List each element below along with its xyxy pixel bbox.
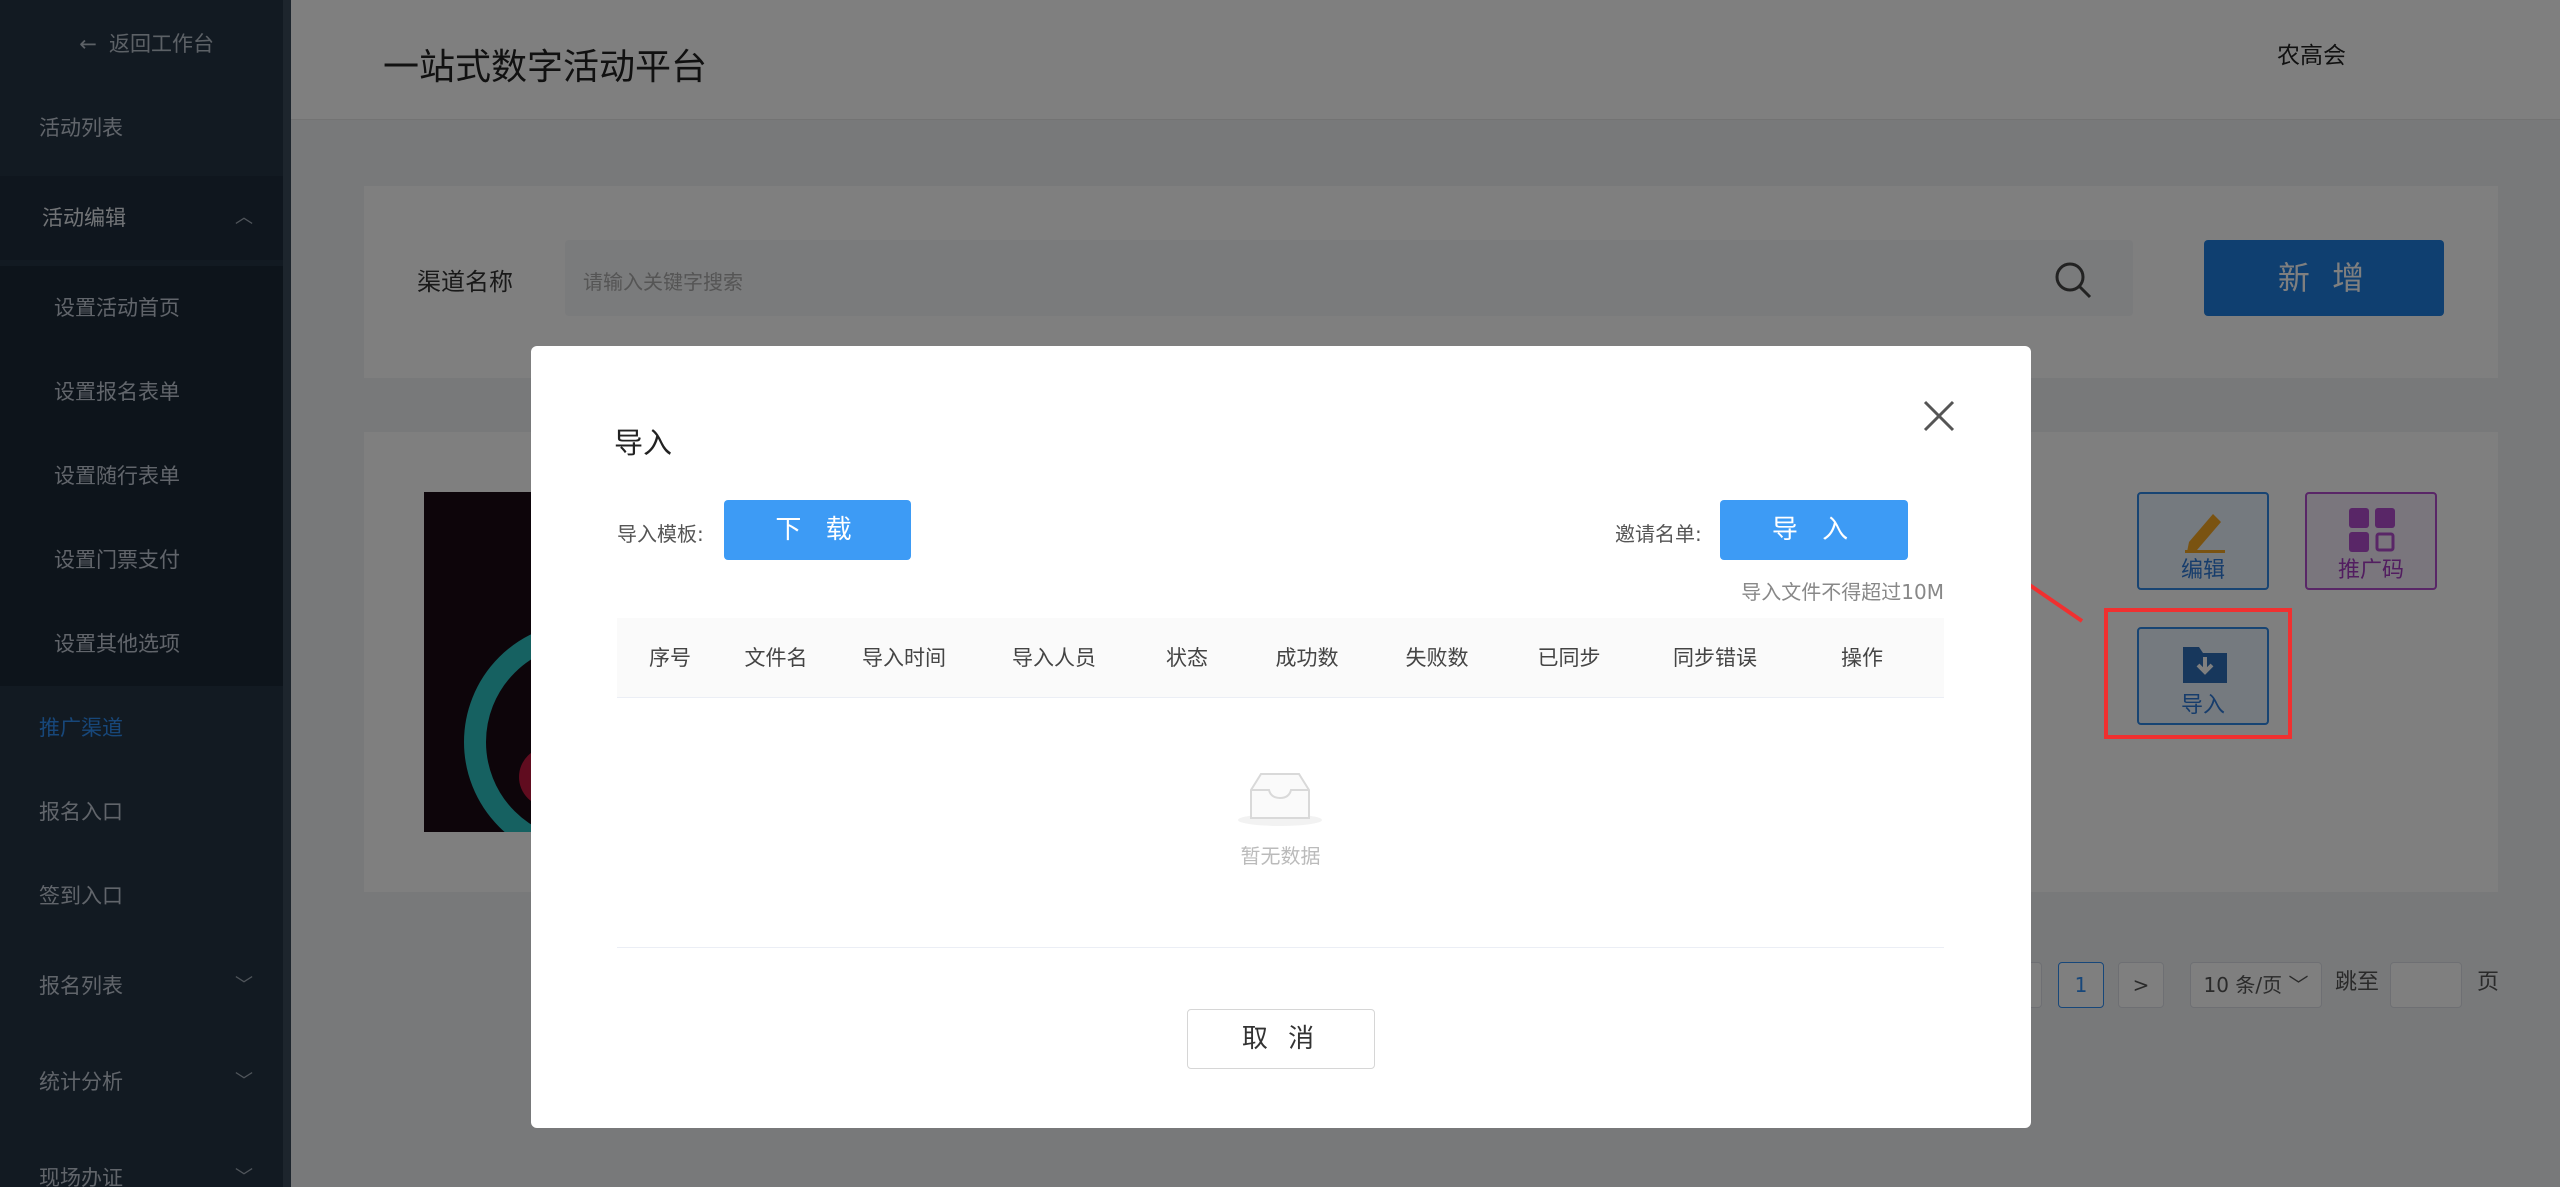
empty-text: 暂无数据 [1240, 844, 1321, 868]
invite-list-label: 邀请名单: [1615, 522, 1702, 546]
table-body: 暂无数据 [617, 698, 1944, 948]
highlight-box [2104, 608, 2292, 739]
column-header: 失败数 [1405, 646, 1469, 670]
import-dialog: 导入 导入模板: 下 载 邀请名单: 导 入 导入文件不得超过10M 序号 文件… [531, 346, 2031, 1128]
import-records-table: 序号 文件名 导入时间 导入人员 状态 成功数 失败数 已同步 同步错误 操作 … [617, 618, 1944, 948]
column-header: 序号 [649, 646, 691, 670]
empty-inbox-icon [1238, 773, 1322, 826]
close-icon[interactable] [1919, 396, 1959, 436]
column-header: 同步错误 [1673, 646, 1757, 670]
column-header: 成功数 [1275, 646, 1339, 670]
column-header: 导入时间 [862, 646, 946, 670]
column-header: 已同步 [1537, 646, 1601, 670]
template-label: 导入模板: [617, 522, 704, 546]
download-template-button[interactable]: 下 载 [724, 500, 911, 560]
cancel-button[interactable]: 取 消 [1187, 1009, 1375, 1069]
column-header: 导入人员 [1012, 646, 1096, 670]
column-header: 文件名 [744, 646, 808, 670]
column-header: 操作 [1841, 646, 1883, 670]
import-file-button[interactable]: 导 入 [1720, 500, 1908, 560]
column-header: 状态 [1166, 646, 1208, 670]
size-limit-hint: 导入文件不得超过10M [1741, 580, 1944, 604]
dialog-title: 导入 [614, 426, 673, 460]
table-header: 序号 文件名 导入时间 导入人员 状态 成功数 失败数 已同步 同步错误 操作 [617, 618, 1944, 698]
